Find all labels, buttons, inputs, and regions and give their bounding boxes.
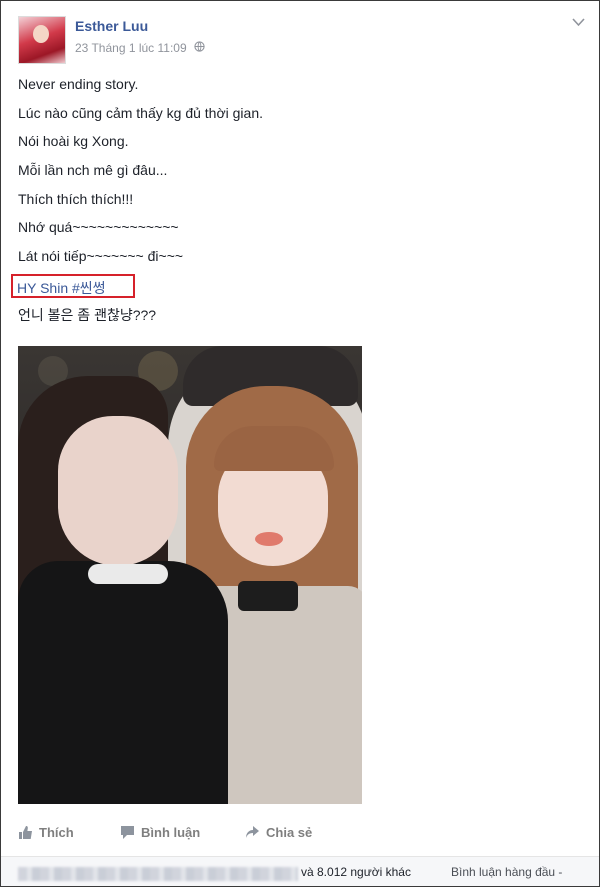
post-line: Never ending story. (18, 76, 139, 92)
comment-label: Bình luận (141, 825, 201, 840)
post-line: Lát nói tiếp~~~~~~~ đi~~~ (18, 248, 184, 264)
hashtag-link[interactable]: HY Shin #씬썽 (17, 278, 106, 298)
share-button[interactable]: Chia sẻ (245, 825, 312, 840)
author-name[interactable]: Esther Luu (75, 18, 148, 34)
top-comments-dropdown[interactable]: Bình luận hàng đầu - (451, 865, 562, 879)
like-button[interactable]: Thích (18, 825, 74, 840)
post-line: Mỗi lần nch mê gì đâu... (18, 162, 168, 178)
post-timestamp[interactable]: 23 Tháng 1 lúc 11:09 (75, 41, 205, 55)
facebook-post: Esther Luu 23 Tháng 1 lúc 11:09 Never en… (0, 0, 600, 887)
share-icon (245, 825, 260, 840)
comment-button[interactable]: Bình luận (120, 825, 200, 840)
like-label: Thích (39, 825, 74, 840)
thumbs-up-icon (18, 825, 33, 840)
globe-icon (194, 41, 205, 55)
post-line: Nhớ quá~~~~~~~~~~~~~ (18, 219, 179, 235)
timestamp-text[interactable]: 23 Tháng 1 lúc 11:09 (75, 41, 187, 55)
post-line: Lúc nào cũng cảm thấy kg đủ thời gian. (18, 105, 263, 121)
others-count[interactable]: và 8.012 người khác (301, 865, 411, 879)
post-photo[interactable] (18, 346, 362, 804)
post-line: Thích thích thích!!! (18, 191, 134, 207)
post-line: Nói hoài kg Xong. (18, 133, 129, 149)
korean-line: 언니 볼은 좀 괜찮냥??? (18, 307, 157, 323)
avatar[interactable] (18, 16, 66, 64)
share-label: Chia sẻ (266, 825, 313, 840)
blurred-names (18, 867, 298, 881)
likes-bar: và 8.012 người khác Bình luận hàng đầu - (1, 857, 599, 886)
comment-icon (120, 825, 135, 840)
chevron-down-icon[interactable] (572, 16, 585, 30)
